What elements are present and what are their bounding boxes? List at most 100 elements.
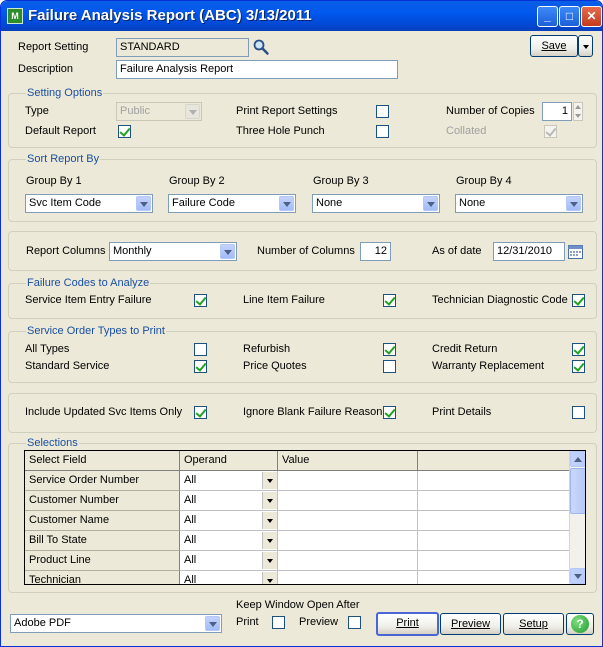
technician-diagnostic-code-checkbox[interactable]	[572, 294, 585, 307]
all-types-checkbox[interactable]	[194, 343, 207, 356]
group-by-2-select[interactable]: Failure Code	[168, 194, 296, 213]
type-select[interactable]: Public	[116, 102, 202, 121]
row-extra	[418, 491, 570, 511]
table-row[interactable]: Bill To State All	[25, 531, 570, 551]
price-quotes-checkbox[interactable]	[383, 360, 396, 373]
ignore-blank-checkbox[interactable]	[383, 406, 396, 419]
credit-return-checkbox[interactable]	[572, 343, 585, 356]
help-icon: ?	[571, 615, 589, 633]
header-operand[interactable]: Operand	[180, 451, 278, 471]
ignore-blank-label: Ignore Blank Failure Reason	[243, 406, 383, 418]
row-operand[interactable]: All	[180, 491, 278, 511]
chevron-down-icon[interactable]	[262, 472, 277, 489]
grid-scrollbar[interactable]	[569, 451, 585, 584]
group-by-4-select[interactable]: None	[455, 194, 583, 213]
row-field: Bill To State	[25, 531, 180, 551]
as-of-date-field[interactable]: 12/31/2010	[493, 242, 565, 261]
all-types-label: All Types	[25, 343, 70, 355]
table-row[interactable]: Customer Number All	[25, 491, 570, 511]
row-operand[interactable]: All	[180, 531, 278, 551]
number-of-columns-field[interactable]: 12	[360, 242, 391, 261]
row-field: Technician	[25, 571, 180, 584]
header-extra[interactable]	[418, 451, 570, 471]
include-updated-checkbox[interactable]	[194, 406, 207, 419]
preview-button[interactable]: Preview	[440, 613, 501, 635]
lookup-icon[interactable]	[252, 38, 270, 56]
chevron-down-icon	[279, 196, 294, 211]
row-value[interactable]	[278, 511, 418, 531]
chevron-down-icon[interactable]	[262, 512, 277, 529]
spin-down-icon	[575, 114, 581, 118]
row-value[interactable]	[278, 471, 418, 491]
row-operand[interactable]: All	[180, 551, 278, 571]
window-title: Failure Analysis Report (ABC) 3/13/2011	[28, 7, 312, 24]
row-value[interactable]	[278, 491, 418, 511]
chevron-down-icon[interactable]	[262, 492, 277, 509]
default-report-checkbox[interactable]	[118, 125, 131, 138]
keep-preview-checkbox[interactable]	[348, 616, 361, 629]
calendar-icon[interactable]	[567, 243, 584, 260]
chevron-down-icon[interactable]	[262, 572, 277, 584]
warranty-replacement-checkbox[interactable]	[572, 360, 585, 373]
keep-print-checkbox[interactable]	[272, 616, 285, 629]
save-button[interactable]: Save	[530, 35, 578, 57]
row-value[interactable]	[278, 551, 418, 571]
scroll-up-icon[interactable]	[570, 451, 585, 467]
grid-header: Select Field Operand Value	[25, 451, 570, 471]
row-operand[interactable]: All	[180, 471, 278, 491]
row-operand[interactable]: All	[180, 511, 278, 531]
row-operand[interactable]: All	[180, 571, 278, 584]
as-of-date-label: As of date	[432, 245, 482, 257]
refurbish-checkbox[interactable]	[383, 343, 396, 356]
report-setting-field[interactable]: STANDARD	[116, 38, 249, 57]
group-by-3-select[interactable]: None	[312, 194, 440, 213]
chevron-down-icon	[220, 244, 235, 259]
report-columns-select[interactable]: Monthly	[109, 242, 237, 261]
three-hole-punch-checkbox[interactable]	[376, 125, 389, 138]
scroll-down-icon[interactable]	[570, 568, 585, 584]
operand-value: All	[184, 534, 197, 546]
row-field: Product Line	[25, 551, 180, 571]
close-button[interactable]: ✕	[581, 6, 602, 27]
minimize-button[interactable]: _	[537, 6, 558, 27]
row-value[interactable]	[278, 531, 418, 551]
group-by-1-select[interactable]: Svc Item Code	[25, 194, 153, 213]
header-value[interactable]: Value	[278, 451, 418, 471]
credit-return-label: Credit Return	[432, 343, 498, 355]
row-value[interactable]	[278, 571, 418, 584]
collated-checkbox[interactable]	[544, 125, 557, 138]
table-row[interactable]: Product Line All	[25, 551, 570, 571]
header-select-field[interactable]: Select Field	[25, 451, 180, 471]
chevron-down-icon	[423, 196, 438, 211]
chevron-down-icon[interactable]	[262, 552, 277, 569]
table-row[interactable]: Service Order Number All	[25, 471, 570, 491]
scroll-thumb[interactable]	[570, 468, 585, 514]
price-quotes-label: Price Quotes	[243, 360, 307, 372]
description-field[interactable]: Failure Analysis Report	[116, 60, 398, 79]
table-row[interactable]: Technician All	[25, 571, 570, 584]
number-of-copies-label: Number of Copies	[446, 105, 535, 117]
copies-spinner[interactable]	[573, 102, 583, 121]
title-bar[interactable]: M Failure Analysis Report (ABC) 3/13/201…	[1, 1, 602, 31]
standard-service-checkbox[interactable]	[194, 360, 207, 373]
printer-select[interactable]: Adobe PDF	[10, 614, 222, 633]
setup-button[interactable]: Setup	[503, 613, 564, 635]
line-item-failure-label: Line Item Failure	[243, 294, 325, 306]
spin-up-icon	[575, 105, 581, 109]
table-row[interactable]: Customer Name All	[25, 511, 570, 531]
keep-preview-label: Preview	[299, 616, 339, 628]
service-item-entry-failure-checkbox[interactable]	[194, 294, 207, 307]
save-menu-button[interactable]	[578, 35, 593, 57]
selections-title: Selections	[26, 437, 79, 449]
setup-button-label: Setup	[519, 618, 548, 630]
print-details-checkbox[interactable]	[572, 406, 585, 419]
number-of-copies-field[interactable]: 1	[542, 102, 572, 121]
print-button[interactable]: Print	[376, 612, 439, 636]
line-item-failure-checkbox[interactable]	[383, 294, 396, 307]
maximize-button[interactable]: □	[559, 6, 580, 27]
group-by-1-label: Group By 1	[26, 175, 82, 187]
help-button[interactable]: ?	[566, 613, 594, 635]
print-report-settings-checkbox[interactable]	[376, 105, 389, 118]
chevron-down-icon[interactable]	[262, 532, 277, 549]
group-by-3-value: None	[316, 197, 343, 209]
